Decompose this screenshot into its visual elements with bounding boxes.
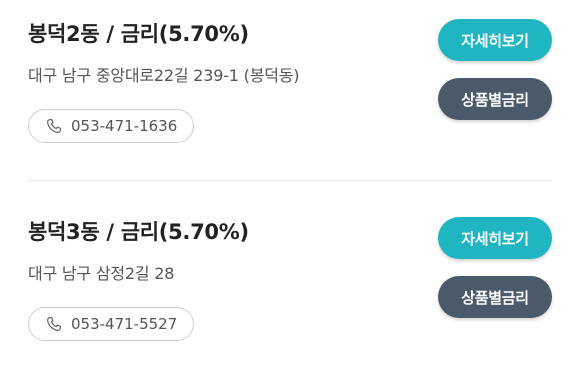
phone-icon	[47, 119, 61, 133]
branch-title: 봉덕3동 / 금리(5.70%)	[28, 220, 249, 244]
product-rates-button[interactable]: 상품별금리	[438, 78, 552, 120]
branch-address: 대구 남구 중앙대로22길 239-1 (봉덕동)	[28, 66, 300, 85]
branch-title: 봉덕2동 / 금리(5.70%)	[28, 22, 249, 46]
detail-button[interactable]: 자세히보기	[438, 19, 552, 61]
branch-card: 봉덕2동 / 금리(5.70%) 대구 남구 중앙대로22길 239-1 (봉덕…	[0, 0, 580, 181]
phone-icon	[47, 317, 61, 331]
phone-call-button[interactable]: 053-471-5527	[28, 307, 194, 341]
branch-address: 대구 남구 삼정2길 28	[28, 264, 175, 283]
phone-call-button[interactable]: 053-471-1636	[28, 109, 194, 143]
branch-list: 봉덕2동 / 금리(5.70%) 대구 남구 중앙대로22길 239-1 (봉덕…	[0, 0, 580, 366]
card-divider	[28, 180, 552, 181]
detail-button[interactable]: 자세히보기	[438, 217, 552, 259]
product-rates-button[interactable]: 상품별금리	[438, 276, 552, 318]
phone-number: 053-471-5527	[71, 315, 178, 333]
phone-number: 053-471-1636	[71, 117, 178, 135]
branch-card: 봉덕3동 / 금리(5.70%) 대구 남구 삼정2길 28 053-471-5…	[0, 198, 580, 368]
